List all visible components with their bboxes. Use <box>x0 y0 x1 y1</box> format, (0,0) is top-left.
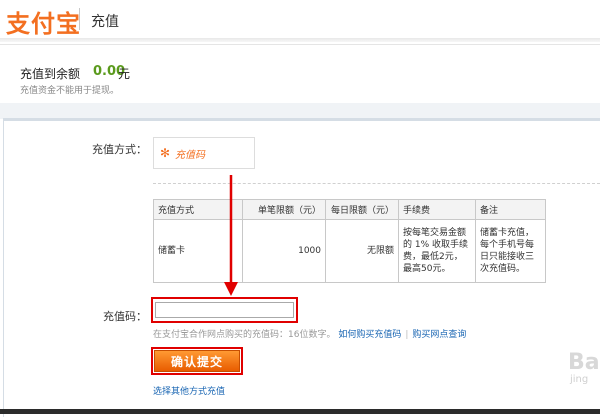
recharge-code-icon: ✻ <box>160 146 171 160</box>
recharge-code-input[interactable] <box>155 302 294 318</box>
balance-panel: 充值到余额 0.00 元 充值资金不能用于提现。 <box>0 44 600 104</box>
page-title: 充值 <box>91 14 119 30</box>
table-cell-method: 储蓄卡 <box>153 219 243 283</box>
watermark: Ba <box>568 350 600 375</box>
submit-button[interactable]: 确认提交 <box>154 350 240 372</box>
watermark-sub: jing <box>570 374 589 385</box>
top-header: 支付宝 充值 <box>0 0 600 38</box>
code-label: 充值码： <box>103 310 147 323</box>
balance-note: 充值资金不能用于提现。 <box>20 86 120 96</box>
limits-table: 充值方式 单笔限额（元） 每日限额（元） 手续费 备注 储蓄卡 1000 无限额… <box>153 199 546 283</box>
method-option-card[interactable]: ✻ 充值码 <box>153 137 255 169</box>
header-divider <box>79 8 80 30</box>
table-cell-remark: 储蓄卡充值，每个手机号每日只能接收三次充值码。 <box>475 219 546 283</box>
table-header: 充值方式 <box>153 199 243 220</box>
dashed-divider <box>153 183 600 184</box>
hint-text: 在支付宝合作网点购买的充值码：16位数字。 <box>153 330 336 340</box>
other-method-link[interactable]: 选择其他方式充值 <box>153 384 225 397</box>
table-cell-fee: 按每笔交易金额的 1% 收取手续费，最低2元，最高50元。 <box>398 219 476 283</box>
table-cell-single-limit: 1000 <box>242 219 326 283</box>
alipay-logo[interactable]: 支付宝 <box>6 4 81 39</box>
method-option-label: 充值码 <box>175 150 205 161</box>
link-separator: | <box>405 330 409 340</box>
method-label: 充值方式： <box>92 143 147 156</box>
table-header: 每日限额（元） <box>325 199 399 220</box>
balance-unit: 元 <box>118 67 131 81</box>
table-cell-daily-limit: 无限额 <box>325 219 399 283</box>
table-header: 备注 <box>475 199 546 220</box>
balance-label: 充值到余额 <box>20 67 81 81</box>
section-gap <box>0 103 600 119</box>
table-row: 储蓄卡 1000 无限额 按每笔交易金额的 1% 收取手续费，最低2元，最高50… <box>153 219 546 283</box>
code-hint: 在支付宝合作网点购买的充值码：16位数字。 如何购买充值码 | 购买网点查询 <box>153 327 466 340</box>
table-header-row: 充值方式 单笔限额（元） 每日限额（元） 手续费 备注 <box>153 199 546 220</box>
outlet-query-link[interactable]: 购买网点查询 <box>412 330 466 340</box>
header-shadow <box>0 38 600 42</box>
table-header: 单笔限额（元） <box>242 199 326 220</box>
bottom-bar <box>0 409 600 414</box>
table-header: 手续费 <box>398 199 476 220</box>
how-to-buy-link[interactable]: 如何购买充值码 <box>338 330 401 340</box>
